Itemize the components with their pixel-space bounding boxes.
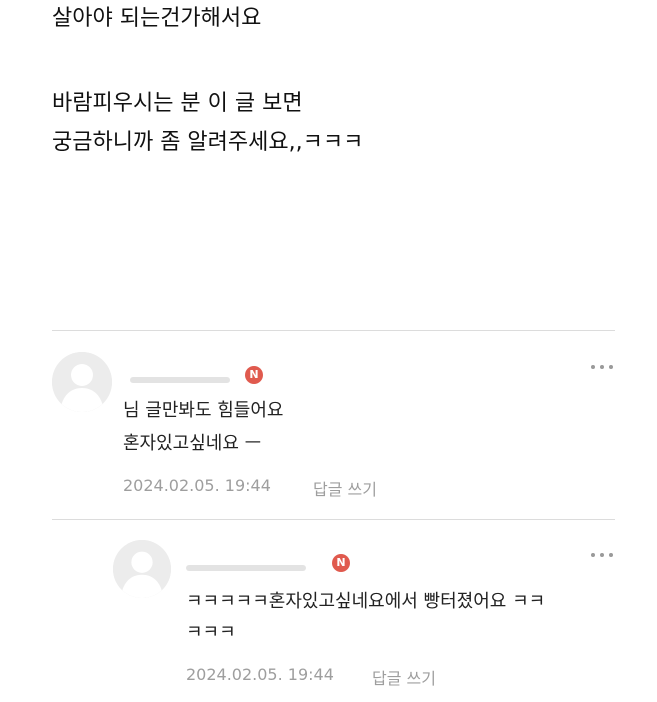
comments-divider [52,330,615,331]
comment-line: 님 글만봐도 힘들어요 [123,400,284,421]
avatar[interactable] [113,540,171,598]
comment-date: 2024.02.05. 19:44 [123,476,271,495]
comment-line: ㅋㅋㅋㅋㅋ혼자있고싶네요에서 빵터졌어요 ㅋㅋ [186,591,546,612]
comment-divider [52,519,615,520]
author-nickname[interactable] [130,377,230,383]
more-dots-icon[interactable] [589,551,615,559]
comment-date: 2024.02.05. 19:44 [186,665,334,684]
reply-button[interactable]: 답글 쓰기 [313,476,377,500]
new-badge: N [332,554,350,572]
post-line: 바람피우시는 분 이 글 보면 [52,91,303,116]
comment-line: ㅋㅋㅋ [186,622,236,643]
comment-line: 혼자있고싶네요 ㅡ [123,433,262,454]
default-avatar-icon [113,540,171,598]
default-avatar-icon [52,352,112,412]
post-line: 궁금하니까 좀 알려주세요,,ㅋㅋㅋ [52,130,364,155]
new-badge: N [245,366,263,384]
more-dots-icon[interactable] [589,363,615,371]
author-nickname[interactable] [186,565,306,571]
avatar[interactable] [52,352,112,412]
post-line: 살아야 되는건가해서요 [52,6,262,31]
reply-button[interactable]: 답글 쓰기 [372,665,436,689]
